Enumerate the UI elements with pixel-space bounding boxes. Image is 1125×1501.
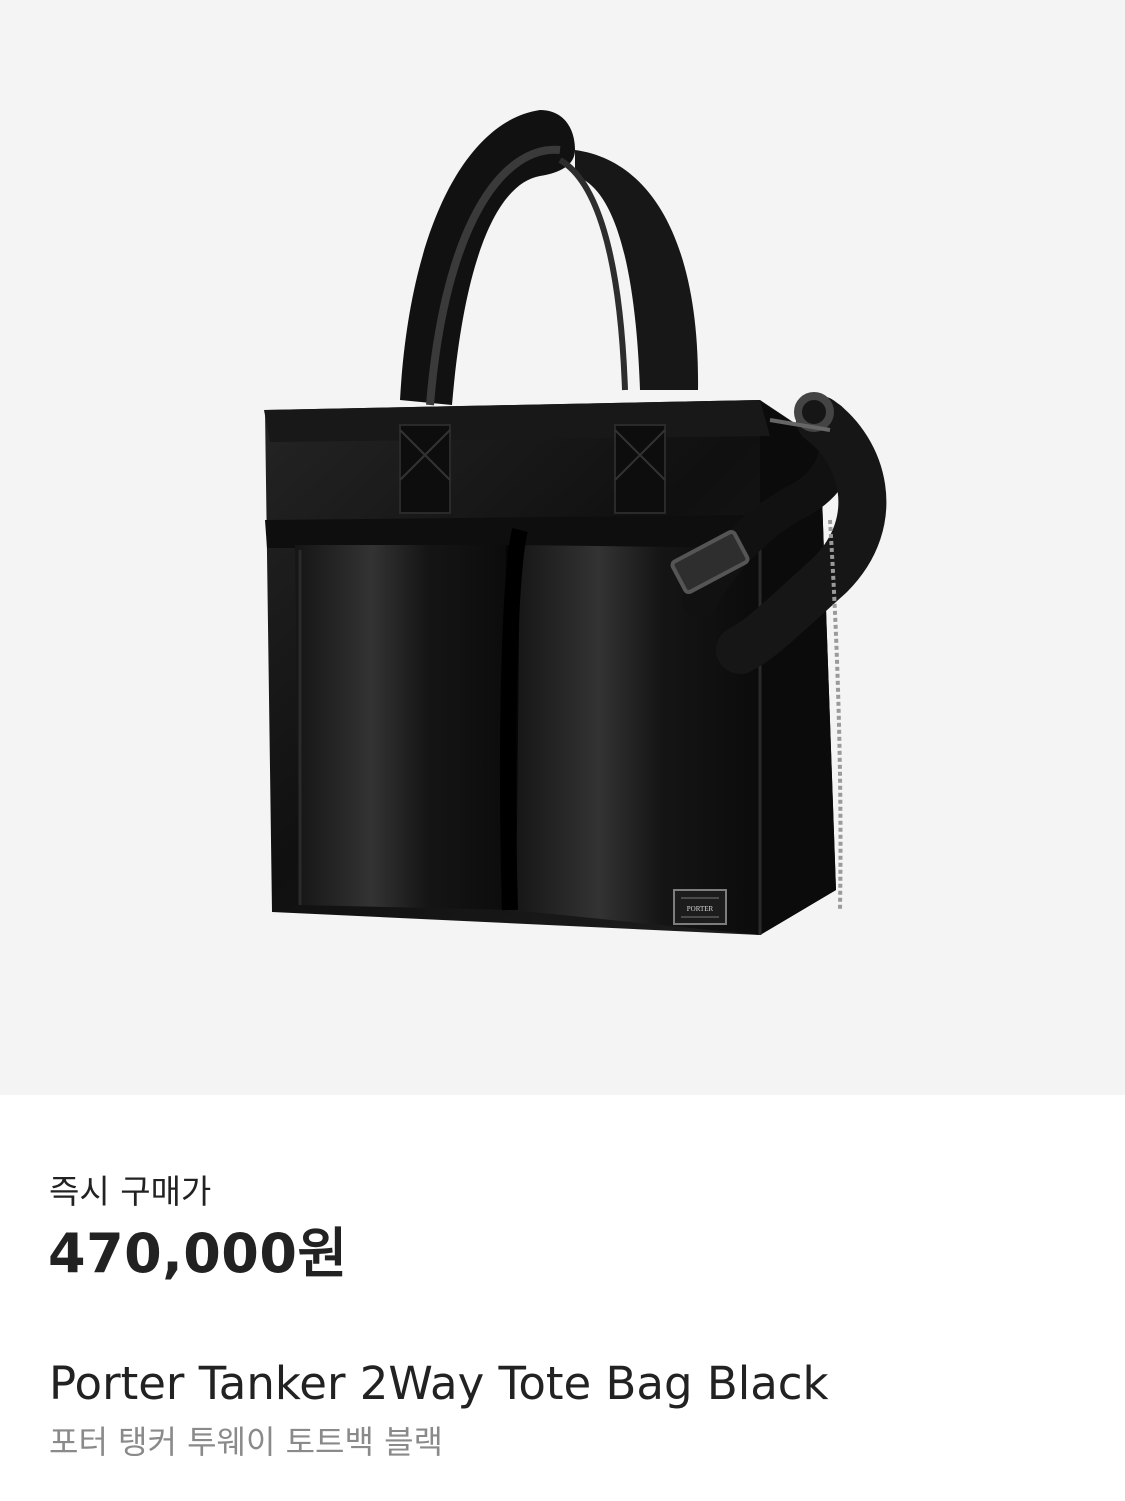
product-name-en: Porter Tanker 2Way Tote Bag Black [49, 1357, 829, 1410]
product-info-panel: 즉시 구매가 470,000원 Porter Tanker 2Way Tote … [0, 1095, 1125, 1501]
product-image: PORTER [0, 0, 1125, 1095]
brand-logo-text: PORTER [687, 905, 714, 913]
brand-label-group: PORTER [673, 889, 727, 925]
price-value: 470,000원 [48, 1222, 348, 1285]
product-name-ko: 포터 탱커 투웨이 토트백 블랙 [49, 1423, 443, 1461]
price-label: 즉시 구매가 [49, 1172, 212, 1211]
tote-bag-illustration: PORTER [264, 110, 887, 935]
bag-handles [400, 110, 699, 406]
